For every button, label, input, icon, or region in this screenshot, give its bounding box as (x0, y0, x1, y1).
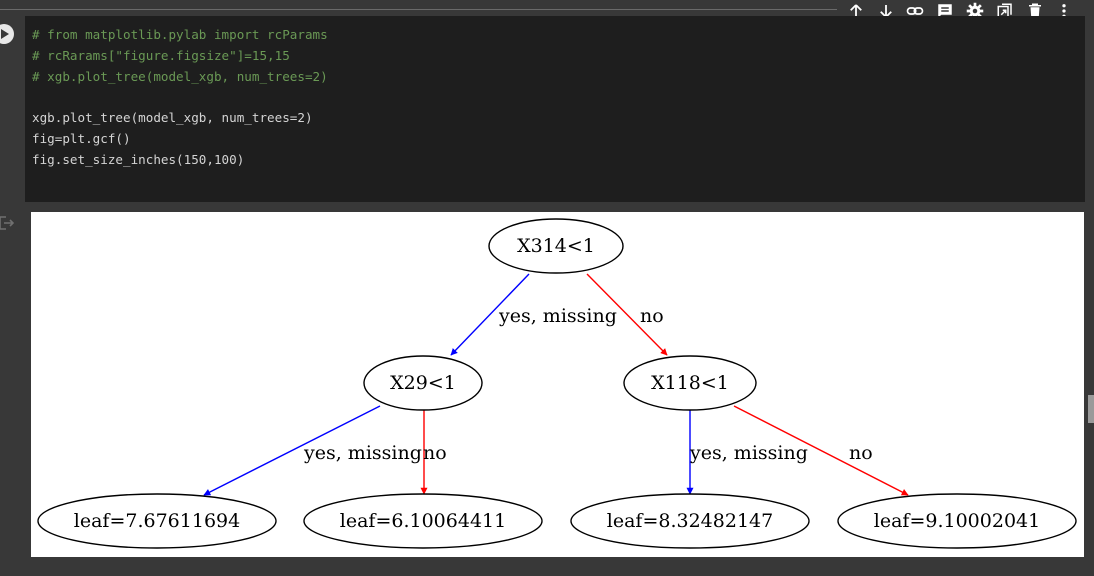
output-actions-icon[interactable] (0, 216, 14, 230)
play-icon (1, 29, 9, 39)
code-line: # from matplotlib.pylab import rcParams (32, 27, 328, 42)
tree-node-root: X314<1 (488, 218, 624, 274)
scrollbar-thumb[interactable] (1088, 395, 1094, 423)
xgboost-tree-plot: yes, missing no yes, missing no yes, mis… (37, 218, 1077, 549)
edge-label-left-no: no (423, 442, 447, 464)
edge-label-root-no: no (640, 305, 664, 327)
tree-node-left: X29<1 (363, 355, 483, 411)
tree-leaf: leaf=7.67611694 (37, 493, 277, 549)
run-cell-button[interactable] (0, 24, 14, 44)
node-label: X314<1 (517, 235, 595, 257)
leaf-label: leaf=9.10002041 (874, 510, 1040, 532)
code-line: xgb.plot_tree(model_xgb, num_trees=2) (32, 110, 313, 126)
code-line: # rcRarams["figure.figsize"]=15,15 (32, 47, 290, 63)
code-line: fig.set_size_inches(150,100) (32, 151, 245, 167)
code-line: # xgb.plot_tree(model_xgb, num_trees=2) (32, 68, 328, 84)
cell-top-border (0, 9, 845, 10)
edge-label-root-yes: yes, missing (498, 305, 617, 327)
code-editor[interactable]: # from matplotlib.pylab import rcParams … (25, 16, 1085, 202)
leaf-label: leaf=6.10064411 (340, 510, 506, 532)
leaf-label: leaf=8.32482147 (607, 510, 773, 532)
code-line: fig=plt.gcf() (32, 130, 131, 146)
edge-label-right-no: no (849, 442, 873, 464)
tree-leaf: leaf=9.10002041 (837, 493, 1077, 549)
leaf-label: leaf=7.67611694 (74, 510, 240, 532)
tree-node-right: X118<1 (623, 355, 757, 411)
node-label: X118<1 (651, 372, 729, 394)
node-label: X29<1 (390, 372, 456, 394)
tree-leaf: leaf=8.32482147 (570, 493, 810, 549)
tree-leaf: leaf=6.10064411 (303, 493, 543, 549)
edge-label-right-yes: yes, missing (689, 442, 808, 464)
cell-output: yes, missing no yes, missing no yes, mis… (31, 212, 1084, 557)
edge-label-left-yes: yes, missing (303, 442, 422, 464)
